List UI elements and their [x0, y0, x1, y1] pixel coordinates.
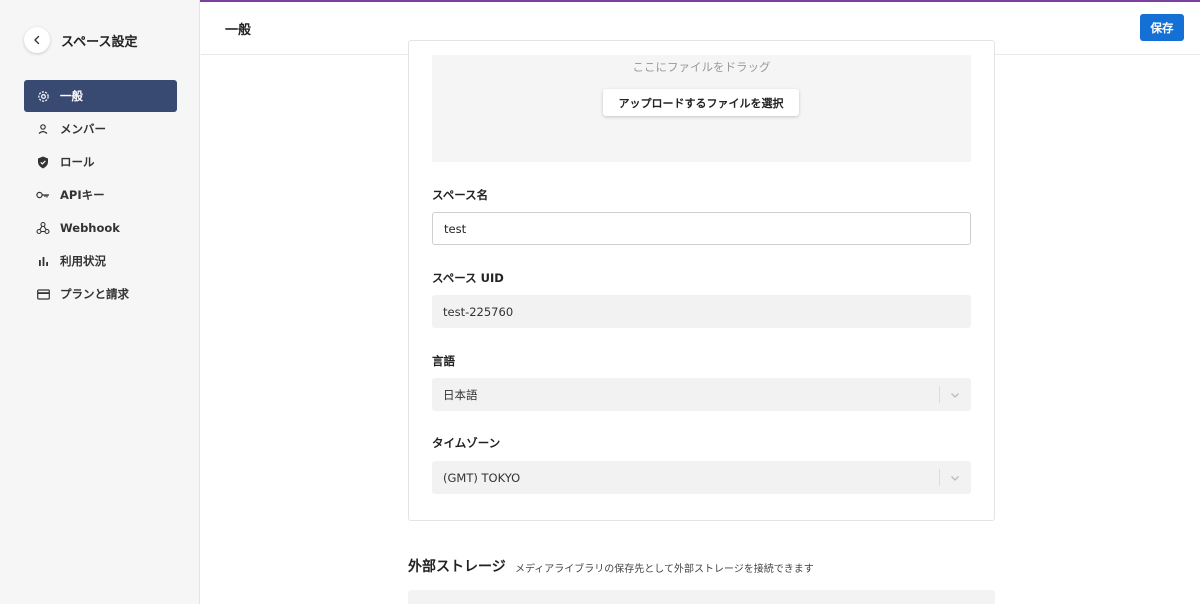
sidebar-item-label: 利用状況: [60, 254, 106, 268]
sidebar-item-label: ロール: [60, 155, 95, 169]
gear-icon: [36, 89, 50, 103]
sidebar-item-plan-billing[interactable]: プランと請求: [24, 278, 177, 310]
sidebar-nav: 一般 メンバー ロール APIキー Webhook 利用状況 プランと請求: [24, 80, 177, 311]
file-dropzone[interactable]: ここにファイルをドラッグ アップロードするファイルを選択: [432, 55, 971, 162]
drop-hint: ここにファイルをドラッグ: [632, 60, 771, 74]
language-value: 日本語: [443, 387, 478, 402]
select-divider: [939, 469, 940, 486]
space-uid-field: test-225760: [432, 295, 971, 328]
page-title: 一般: [225, 23, 252, 38]
sidebar-item-label: メンバー: [60, 122, 106, 136]
sidebar-item-usage[interactable]: 利用状況: [24, 245, 177, 277]
space-name-label: スペース名: [432, 188, 489, 202]
key-icon: [36, 188, 50, 202]
sidebar-item-label: APIキー: [60, 188, 105, 202]
sidebar-item-roles[interactable]: ロール: [24, 146, 177, 178]
sidebar-item-label: 一般: [60, 89, 83, 103]
sidebar-item-api-keys[interactable]: APIキー: [24, 179, 177, 211]
chevron-down-icon: [951, 476, 959, 481]
sidebar: スペース設定 一般 メンバー ロール APIキー Webhook 利用状況 プラ…: [0, 0, 200, 604]
language-select[interactable]: 日本語: [432, 378, 971, 411]
language-label: 言語: [432, 354, 455, 368]
chevron-left-icon: [34, 35, 40, 45]
bar-chart-icon: [36, 254, 50, 268]
timezone-label: タイムゾーン: [432, 436, 501, 450]
external-storage-title: 外部ストレージ: [408, 559, 506, 575]
webhook-icon: [36, 221, 50, 235]
timezone-select[interactable]: (GMT) TOKYO: [432, 461, 971, 494]
sidebar-item-general[interactable]: 一般: [24, 80, 177, 112]
upload-file-button[interactable]: アップロードするファイルを選択: [603, 89, 799, 116]
space-uid-value: test-225760: [443, 304, 514, 319]
sidebar-title: スペース設定: [61, 35, 138, 50]
timezone-value: (GMT) TOKYO: [443, 470, 521, 485]
external-storage-card: [408, 590, 995, 604]
shield-icon: [36, 155, 50, 169]
save-button[interactable]: 保存: [1140, 14, 1184, 41]
sidebar-item-webhook[interactable]: Webhook: [24, 212, 177, 244]
credit-card-icon: [36, 287, 50, 301]
external-storage-description: メディアライブラリの保存先として外部ストレージを接続できます: [515, 564, 814, 575]
sidebar-item-label: プランと請求: [60, 287, 129, 301]
back-button[interactable]: [24, 27, 50, 53]
sidebar-item-members[interactable]: メンバー: [24, 113, 177, 145]
space-name-input[interactable]: [432, 212, 971, 245]
person-icon: [36, 122, 50, 136]
space-uid-label: スペース UID: [432, 271, 504, 285]
select-divider: [939, 386, 940, 403]
sidebar-item-label: Webhook: [60, 221, 120, 235]
chevron-down-icon: [951, 393, 959, 398]
